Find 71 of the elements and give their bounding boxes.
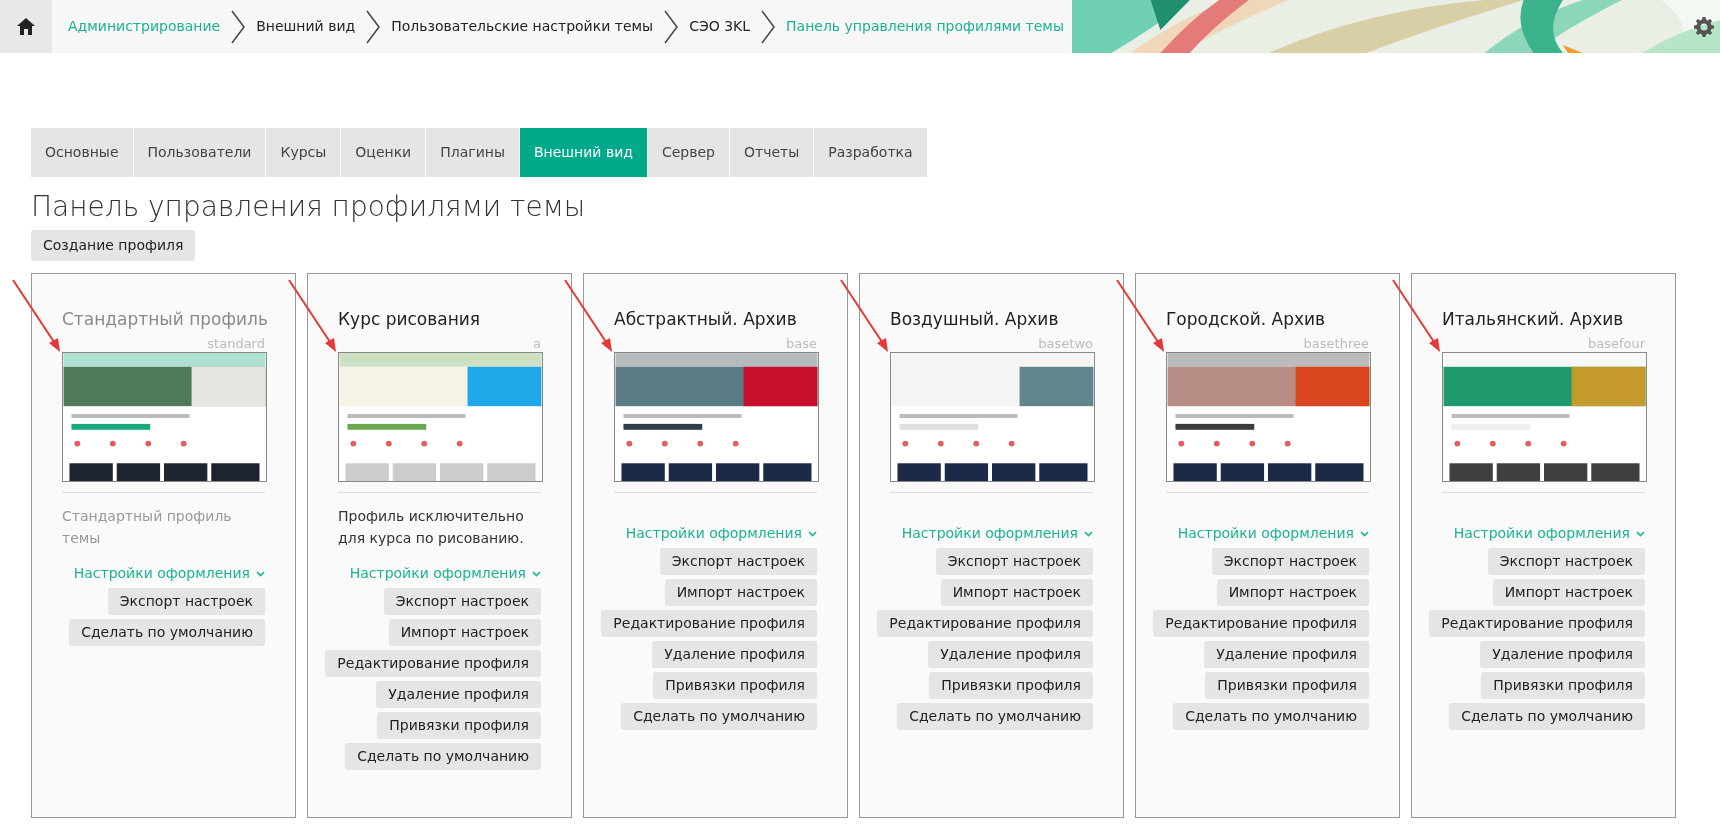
page-title: Панель управления профилями темы	[31, 189, 587, 224]
profile-action-button[interactable]: Сделать по умолчанию	[1449, 703, 1645, 730]
profile-title: Итальянский. Архив	[1442, 308, 1625, 331]
profile-code: basethree	[1303, 337, 1369, 350]
profile-title: Стандартный профиль	[62, 308, 265, 331]
create-profile-button[interactable]: Создание профиля	[31, 230, 196, 261]
profile-action-button[interactable]: Редактирование профиля	[877, 610, 1093, 637]
profile-code: a	[533, 337, 541, 350]
profile-code: basetwo	[1038, 337, 1093, 350]
profile-description: Профиль исключительно для курса по рисованию.	[338, 507, 525, 548]
profile-title: Абстрактный. Архив	[614, 308, 798, 331]
profile-action-button[interactable]: Экспорт настроек	[383, 588, 541, 615]
chevron-icon	[365, 9, 382, 44]
profile-action-button[interactable]: Привязки профиля	[377, 712, 541, 739]
profile-action-button[interactable]: Удаление профиля	[928, 641, 1093, 668]
profile-action-button[interactable]: Редактирование профиля	[601, 610, 817, 637]
chevron-down-icon	[1636, 530, 1645, 537]
chevron-down-icon	[808, 530, 817, 537]
tab[interactable]: Отчеты	[730, 128, 815, 177]
profile-action-button[interactable]: Удаление профиля	[1204, 641, 1369, 668]
profile-action-button[interactable]: Удаление профиля	[1480, 641, 1645, 668]
profile-action-button[interactable]: Удаление профиля	[376, 681, 541, 708]
breadcrumb-item[interactable]: Внешний вид	[256, 16, 356, 37]
profile-action-button[interactable]: Редактирование профиля	[325, 650, 541, 677]
breadcrumb-item[interactable]: СЭО 3KL	[689, 16, 751, 37]
chevron-icon	[663, 9, 680, 44]
chevron-down-icon	[1084, 530, 1093, 537]
breadcrumb-item[interactable]: Пользовательские настройки темы	[391, 16, 654, 37]
chevron-down-icon	[256, 570, 265, 577]
tab[interactable]: Сервер	[647, 128, 730, 177]
tab[interactable]: Курсы	[266, 128, 342, 177]
chevron-icon	[760, 9, 777, 44]
tab[interactable]: Основные	[31, 128, 134, 177]
profile-title: Воздушный. Архив	[890, 308, 1060, 331]
chevron-down-icon	[532, 570, 541, 577]
tab[interactable]: Оценки	[341, 128, 427, 177]
tab[interactable]: Пользователи	[133, 128, 267, 177]
profile-action-button[interactable]: Привязки профиля	[929, 672, 1093, 699]
profile-action-button[interactable]: Импорт настроек	[664, 579, 817, 606]
profile-action-button[interactable]: Экспорт настроек	[107, 588, 265, 615]
profile-action-button[interactable]: Привязки профиля	[1481, 672, 1645, 699]
profile-action-button[interactable]: Сделать по умолчанию	[897, 703, 1093, 730]
profile-action-button[interactable]: Импорт настроек	[1216, 579, 1369, 606]
profile-action-button[interactable]: Импорт настроек	[388, 619, 541, 646]
profile-description: Стандартный профиль темы	[62, 507, 233, 548]
profile-action-button[interactable]: Привязки профиля	[1205, 672, 1369, 699]
settings-icon[interactable]	[1694, 17, 1714, 37]
profile-action-button[interactable]: Сделать по умолчанию	[621, 703, 817, 730]
profile-action-button[interactable]: Привязки профиля	[653, 672, 817, 699]
chevron-icon	[230, 9, 247, 44]
profile-action-button[interactable]: Сделать по умолчанию	[345, 743, 541, 770]
profile-action-button[interactable]: Удаление профиля	[652, 641, 817, 668]
profile-action-button[interactable]: Импорт настроек	[940, 579, 1093, 606]
tab[interactable]: Разработка	[814, 128, 928, 177]
profile-action-button[interactable]: Редактирование профиля	[1153, 610, 1369, 637]
profile-action-button[interactable]: Импорт настроек	[1492, 579, 1645, 606]
profile-title: Городской. Архив	[1166, 308, 1327, 331]
profile-code: base	[786, 337, 817, 350]
profile-action-button[interactable]: Сделать по умолчанию	[1173, 703, 1369, 730]
profile-action-button[interactable]: Экспорт настроек	[1211, 548, 1369, 575]
profile-action-button[interactable]: Редактирование профиля	[1429, 610, 1645, 637]
profile-code: basefour	[1587, 337, 1645, 350]
profile-title: Курс рисования	[338, 308, 482, 331]
profile-action-button[interactable]: Экспорт настроек	[1487, 548, 1645, 575]
tab[interactable]: Плагины	[426, 128, 520, 177]
profile-action-button[interactable]: Экспорт настроек	[659, 548, 817, 575]
profile-action-button[interactable]: Сделать по умолчанию	[69, 619, 265, 646]
chevron-down-icon	[1360, 530, 1369, 537]
profile-action-button[interactable]: Экспорт настроек	[935, 548, 1093, 575]
profile-code: standard	[207, 337, 265, 350]
home-icon[interactable]	[17, 18, 35, 35]
